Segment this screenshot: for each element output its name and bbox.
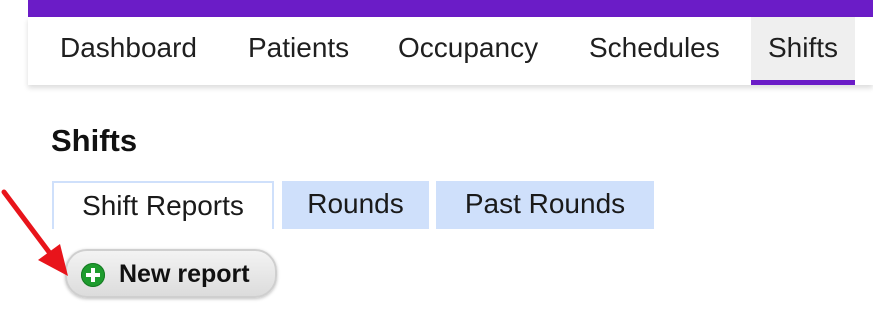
- nav-item-occupancy[interactable]: Occupancy: [398, 17, 538, 85]
- main-navigation: Dashboard Patients Occupancy Schedules S…: [28, 17, 873, 85]
- nav-item-dashboard[interactable]: Dashboard: [60, 17, 197, 85]
- nav-item-patients[interactable]: Patients: [248, 17, 349, 85]
- new-report-label: New report: [119, 260, 250, 288]
- top-accent-bar: [28, 0, 873, 17]
- nav-item-shifts[interactable]: Shifts: [751, 17, 856, 85]
- page-title: Shifts: [51, 123, 138, 158]
- new-report-button[interactable]: New report: [65, 249, 277, 298]
- tab-rounds[interactable]: Rounds: [282, 181, 429, 229]
- nav-item-schedules[interactable]: Schedules: [589, 17, 720, 85]
- red-arrow-icon: [1, 189, 68, 276]
- tab-past-rounds[interactable]: Past Rounds: [436, 181, 654, 229]
- page: Dashboard Patients Occupancy Schedules S…: [0, 0, 873, 330]
